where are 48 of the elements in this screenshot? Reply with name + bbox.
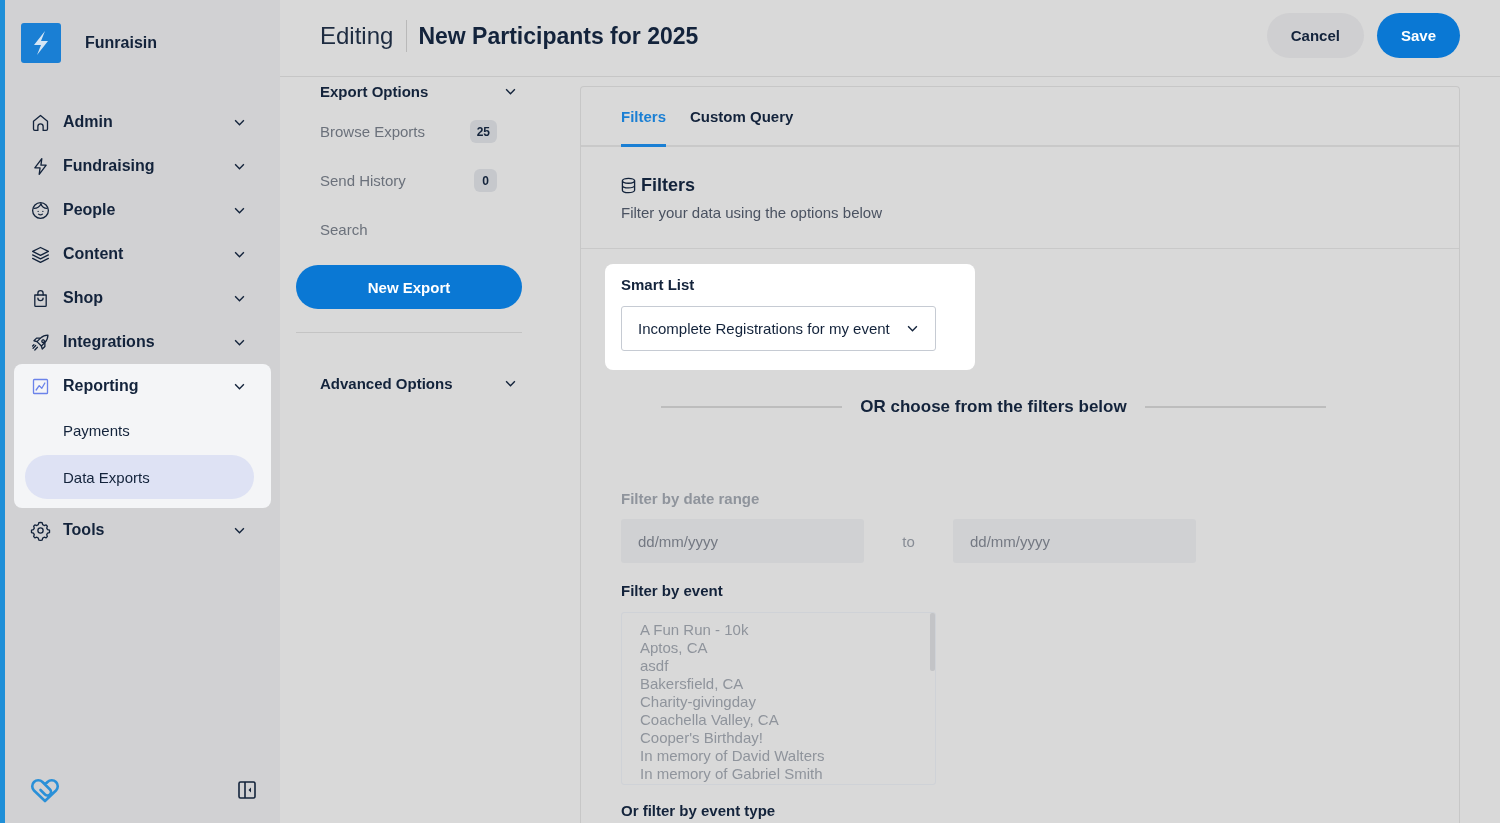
logo-icon xyxy=(21,23,61,63)
chevron-down-icon xyxy=(234,118,245,126)
nav-subitem[interactable]: Payments xyxy=(25,408,254,452)
section-toggle[interactable]: Advanced Options xyxy=(296,372,522,394)
export-nav-link[interactable]: Send History 0 xyxy=(296,156,522,205)
nav-item[interactable]: Admin xyxy=(14,100,271,144)
chevron-down-icon xyxy=(907,325,918,332)
field-label: Smart List xyxy=(621,276,696,294)
chevron-down-icon xyxy=(234,294,245,302)
export-nav-link[interactable]: Search xyxy=(296,205,522,254)
count-badge: 25 xyxy=(469,120,497,143)
count-badge: 0 xyxy=(474,169,497,192)
tab[interactable]: Custom Query xyxy=(690,87,794,147)
export-nav-link[interactable]: Browse Exports 25 xyxy=(296,107,522,156)
chevron-down-icon xyxy=(505,379,516,387)
section-title: Filters xyxy=(641,175,696,196)
page-title: New Participants for 2025 xyxy=(418,22,699,50)
chevron-down-icon xyxy=(234,206,245,214)
nav-subitem[interactable]: Data Exports xyxy=(25,455,254,499)
chevron-down-icon xyxy=(234,526,245,534)
new-export-button[interactable]: New Export xyxy=(296,265,522,309)
database-icon xyxy=(621,177,636,194)
chevron-down-icon xyxy=(234,338,245,346)
nav-item[interactable]: Shop xyxy=(14,276,271,320)
smart-list-select[interactable]: Incomplete Registrations for my event xyxy=(621,306,936,351)
field-label: Filter by date range xyxy=(621,490,761,508)
field-label: Or filter by event type xyxy=(621,803,777,819)
nav-item[interactable]: People xyxy=(14,188,271,232)
section-subtitle: Filter your data using the options below xyxy=(621,204,883,221)
range-separator: to xyxy=(901,532,916,550)
divider-text: OR choose from the filters below xyxy=(860,397,1127,417)
cancel-button[interactable]: Cancel xyxy=(1266,12,1364,58)
nav-item[interactable]: Content xyxy=(14,232,271,276)
section-toggle[interactable]: Export Options xyxy=(296,80,522,102)
nav-item[interactable]: Integrations xyxy=(14,320,271,364)
brand-name: Funraisin xyxy=(85,34,157,52)
editing-label: Editing xyxy=(320,22,394,50)
save-button[interactable]: Save xyxy=(1376,12,1460,58)
nav-item[interactable]: Tools xyxy=(14,508,271,552)
chevron-down-icon xyxy=(234,162,245,170)
chevron-down-icon xyxy=(234,382,245,390)
collapse-sidebar-icon[interactable] xyxy=(238,781,256,799)
chevron-down-icon xyxy=(505,87,516,95)
field-label: Filter by event xyxy=(621,582,724,600)
nav-item[interactable]: Reporting xyxy=(14,364,271,408)
heart-logo-icon xyxy=(30,777,60,803)
nav-item[interactable]: Fundraising xyxy=(14,144,271,188)
chevron-down-icon xyxy=(234,250,245,258)
